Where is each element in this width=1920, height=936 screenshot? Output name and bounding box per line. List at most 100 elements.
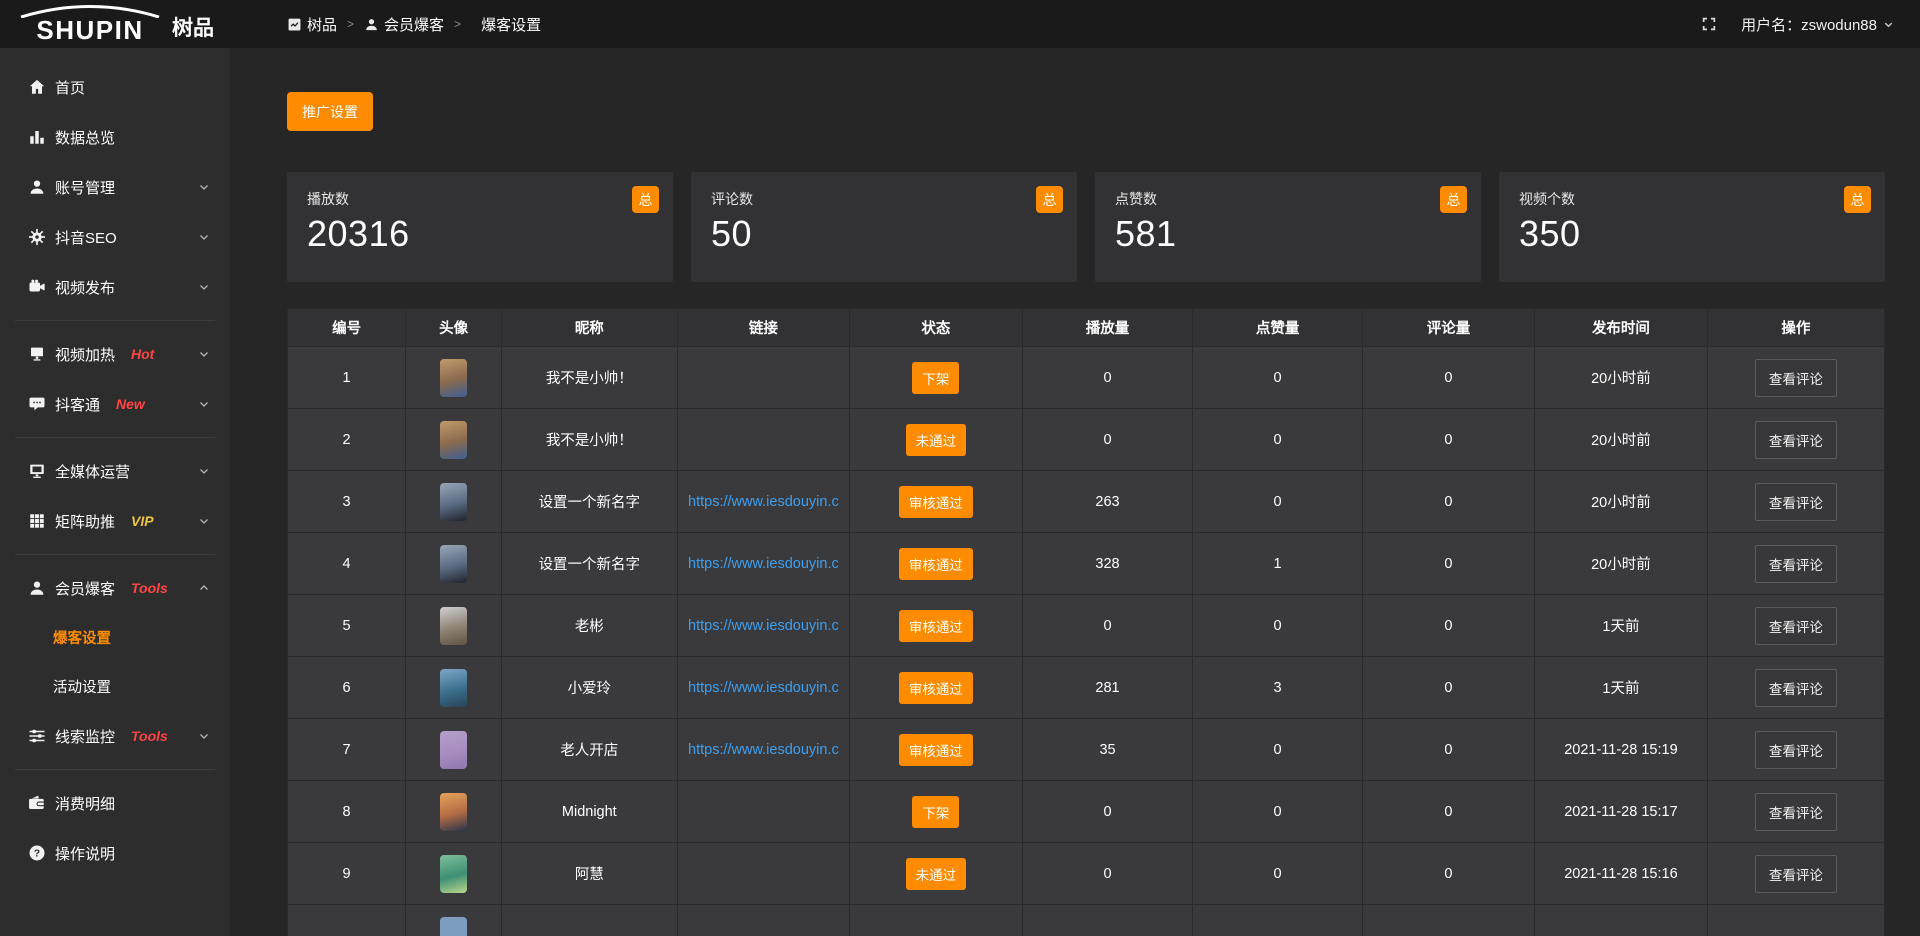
cell-action: 查看评论	[1707, 719, 1884, 781]
cell-comments: 0	[1362, 781, 1534, 843]
column-header: 昵称	[501, 309, 677, 347]
sidebar: 首页数据总览账号管理抖音SEO视频发布视频加热Hot抖客通New 全媒体运营矩阵助…	[0, 48, 230, 936]
sidebar-item-operation-guide[interactable]: ?操作说明	[0, 828, 230, 878]
sidebar-item-tag: Tools	[131, 580, 168, 596]
view-comments-button[interactable]: 查看评论	[1755, 669, 1837, 707]
sidebar-item-tag: Tools	[131, 728, 168, 744]
sidebar-item-tag: Hot	[131, 346, 154, 362]
cell-time: 2021-11-28 15:16	[1535, 843, 1707, 905]
cell-nickname: 小爱玲	[501, 657, 677, 719]
column-header: 点赞量	[1193, 309, 1362, 347]
cell-action: 查看评论	[1707, 657, 1884, 719]
view-comments-button[interactable]: 查看评论	[1755, 793, 1837, 831]
cell-link	[677, 409, 849, 471]
stat-card-likes-total: 点赞数581总	[1095, 172, 1481, 282]
cell-time: 20小时前	[1535, 347, 1707, 409]
view-comments-button[interactable]: 查看评论	[1755, 421, 1837, 459]
table-row: 4设置一个新名字https://www.iesdouyin.c审核通过32810…	[288, 533, 1885, 595]
stat-card-videos-total: 视频个数350总	[1499, 172, 1885, 282]
fullscreen-icon[interactable]	[1701, 16, 1717, 32]
promo-settings-button[interactable]: 推广设置	[287, 92, 373, 131]
header-right: 用户名：zswodun88	[1701, 14, 1920, 35]
breadcrumb-item-shupin[interactable]: 树品	[287, 14, 337, 35]
sidebar-item-consumption-detail[interactable]: 消费明细	[0, 778, 230, 828]
video-link[interactable]: https://www.iesdouyin.c	[688, 680, 839, 696]
column-header: 评论量	[1362, 309, 1534, 347]
cell-status: 下架	[850, 347, 1022, 409]
cell-link	[677, 781, 849, 843]
cell-comments: 0	[1362, 471, 1534, 533]
sidebar-item-clue-monitor[interactable]: 线索监控Tools	[0, 711, 230, 761]
sidebar-item-matrix-boost[interactable]: 矩阵助推VIP	[0, 496, 230, 546]
cell-comments: 0	[1362, 843, 1534, 905]
cell-id: 1	[288, 347, 406, 409]
cell-nickname: 我不是小帅！	[501, 347, 677, 409]
sidebar-item-video-heating[interactable]: 视频加热Hot	[0, 329, 230, 379]
chat-icon	[27, 395, 46, 413]
sidebar-item-account-management[interactable]: 账号管理	[0, 162, 230, 212]
table-row: 6小爱玲https://www.iesdouyin.c审核通过281301天前查…	[288, 657, 1885, 719]
cell-avatar	[406, 595, 502, 657]
cell-plays: 0	[1022, 347, 1193, 409]
breadcrumb-item-member-baoke[interactable]: 会员爆客	[364, 14, 444, 35]
sidebar-item-member-baoke[interactable]: 会员爆客Tools	[0, 563, 230, 613]
video-link[interactable]: https://www.iesdouyin.c	[688, 556, 839, 572]
sidebar-item-data-overview[interactable]: 数据总览	[0, 112, 230, 162]
table-row: 9阿慧未通过0002021-11-28 15:16查看评论	[288, 843, 1885, 905]
table-row: 5老彬https://www.iesdouyin.c审核通过0001天前查看评论	[288, 595, 1885, 657]
view-comments-button[interactable]: 查看评论	[1755, 855, 1837, 893]
cell-time: 1天前	[1535, 657, 1707, 719]
chevron-up-icon	[198, 582, 210, 594]
sidebar-item-all-media-operation[interactable]: 全媒体运营	[0, 446, 230, 496]
top-header: SHUPIN 树品 树品>会员爆客>爆客设置 用户名：zswodun88	[0, 0, 1920, 48]
view-comments-button[interactable]: 查看评论	[1755, 731, 1837, 769]
sidebar-item-home[interactable]: 首页	[0, 62, 230, 112]
cell-time	[1535, 905, 1707, 936]
cell-avatar	[406, 905, 502, 936]
cell-plays: 0	[1022, 595, 1193, 657]
cell-likes: 0	[1193, 781, 1362, 843]
total-badge: 总	[1844, 186, 1871, 213]
user-menu[interactable]: 用户名：zswodun88	[1741, 14, 1894, 35]
cell-time: 1天前	[1535, 595, 1707, 657]
avatar	[440, 545, 467, 583]
view-comments-button[interactable]: 查看评论	[1755, 545, 1837, 583]
cell-link	[677, 347, 849, 409]
avatar	[440, 793, 467, 831]
breadcrumb-item-baoke-settings[interactable]: 爆客设置	[481, 14, 541, 35]
cell-avatar	[406, 409, 502, 471]
sidebar-item-douyin-seo[interactable]: 抖音SEO	[0, 212, 230, 262]
sidebar-divider	[15, 437, 215, 438]
status-badge: 审核通过	[899, 548, 973, 580]
cell-nickname: 老人开店	[501, 719, 677, 781]
cell-link: https://www.iesdouyin.c	[677, 595, 849, 657]
sidebar-subitem-activity-settings[interactable]: 活动设置	[0, 662, 230, 711]
video-camera-icon	[27, 278, 46, 296]
table-row: 1我不是小帅！下架00020小时前查看评论	[288, 347, 1885, 409]
stat-card-value: 350	[1519, 213, 1865, 255]
view-comments-button[interactable]: 查看评论	[1755, 483, 1837, 521]
cell-link: https://www.iesdouyin.c	[677, 471, 849, 533]
column-header: 头像	[406, 309, 502, 347]
cell-avatar	[406, 533, 502, 595]
video-link[interactable]: https://www.iesdouyin.c	[688, 742, 839, 758]
person-icon	[364, 17, 379, 32]
status-badge: 未通过	[906, 424, 967, 456]
sidebar-item-label: 操作说明	[55, 843, 115, 864]
cell-action: 查看评论	[1707, 843, 1884, 905]
video-link[interactable]: https://www.iesdouyin.c	[688, 494, 839, 510]
sidebar-item-video-publish[interactable]: 视频发布	[0, 262, 230, 312]
avatar	[440, 483, 467, 521]
sidebar-subitem-baoke-settings[interactable]: 爆客设置	[0, 613, 230, 662]
cell-link: https://www.iesdouyin.c	[677, 533, 849, 595]
view-comments-button[interactable]: 查看评论	[1755, 359, 1837, 397]
column-header: 状态	[850, 309, 1022, 347]
sidebar-divider	[15, 320, 215, 321]
table-row: 7老人开店https://www.iesdouyin.c审核通过35002021…	[288, 719, 1885, 781]
chevron-down-icon	[198, 398, 210, 410]
status-badge: 审核通过	[899, 486, 973, 518]
view-comments-button[interactable]: 查看评论	[1755, 607, 1837, 645]
chevron-down-icon	[198, 465, 210, 477]
sidebar-item-douketong[interactable]: 抖客通New	[0, 379, 230, 429]
video-link[interactable]: https://www.iesdouyin.c	[688, 618, 839, 634]
